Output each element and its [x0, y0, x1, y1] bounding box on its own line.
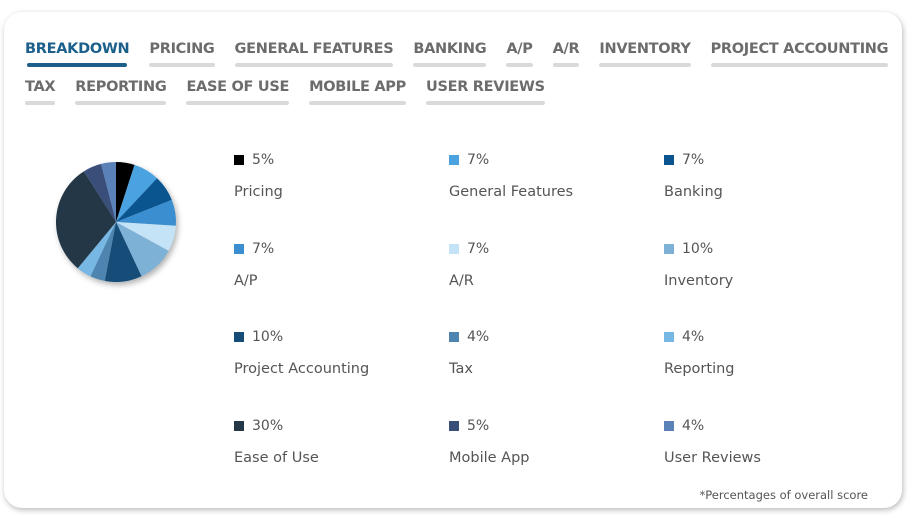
legend-value-row: 10% — [231, 327, 446, 347]
legend-percentage: 5% — [467, 417, 490, 434]
legend-percentage: 7% — [467, 152, 490, 168]
legend-percentage: 4% — [467, 329, 490, 345]
tab-banking[interactable]: BANKING — [411, 39, 488, 67]
legend-value-row: 7% — [446, 150, 661, 170]
legend-swatch — [234, 243, 244, 254]
legend-swatch — [664, 420, 674, 431]
legend-item-tax: 4% Tax — [446, 317, 661, 406]
legend-value-row: 5% — [231, 150, 446, 170]
legend-item-reporting: 4% Reporting — [661, 317, 876, 406]
tab-tax[interactable]: TAX — [23, 77, 57, 105]
legend-value-row: 7% — [661, 150, 876, 170]
tab-pricing[interactable]: PRICING — [147, 39, 216, 67]
legend-label: Pricing — [234, 184, 283, 200]
legend-value-row: 30% — [231, 416, 446, 436]
legend-label: A/P — [234, 272, 258, 289]
legend-percentage: 4% — [682, 417, 705, 434]
legend-value-row: 5% — [446, 416, 661, 436]
legend-item-a-p: 7% A/P — [231, 229, 446, 318]
legend-swatch — [234, 155, 244, 165]
tab-row-2: TAX REPORTING EASE OF USE MOBILE APP USER RE… — [23, 77, 883, 115]
legend-label: Project Accounting — [234, 361, 370, 377]
legend-swatch — [234, 332, 244, 342]
legend-percentage: 30% — [252, 417, 284, 434]
legend-swatch — [449, 420, 459, 431]
legend-swatch — [449, 243, 459, 254]
footnote: *Percentages of overall score — [699, 488, 868, 502]
legend-swatch — [449, 155, 459, 165]
pie-chart-svg — [56, 162, 176, 282]
legend-item-inventory: 10% Inventory — [661, 229, 876, 318]
tab-breakdown[interactable]: BREAKDOWN — [23, 39, 131, 67]
legend-percentage: 7% — [252, 240, 275, 257]
legend-item-mobile-app: 5% Mobile App — [446, 406, 661, 495]
legend-label: General Features — [449, 184, 574, 200]
tab-ease-of-use[interactable]: EASE OF USE — [184, 77, 291, 105]
legend-swatch — [664, 243, 674, 254]
tab-a-r[interactable]: A/R — [551, 39, 582, 67]
legend-value-row: 4% — [661, 416, 876, 436]
legend-label: Ease of Use — [234, 449, 319, 466]
legend-swatch — [664, 332, 674, 342]
legend-percentage: 7% — [682, 152, 705, 168]
tab-reporting[interactable]: REPORTING — [73, 77, 168, 105]
legend-item-banking: 7% Banking — [661, 140, 876, 229]
category-tabs: BREAKDOWN PRICING GENERAL FEATURES BANKING A… — [23, 39, 889, 115]
legend-percentage: 5% — [252, 152, 275, 168]
legend-grid: 5% Pricing 7% General Features 7% Banking 7% A/… — [231, 140, 891, 494]
legend-label: User Reviews — [664, 449, 761, 466]
legend-percentage: 10% — [682, 240, 714, 257]
legend-swatch — [234, 420, 244, 431]
legend-percentage: 4% — [682, 329, 705, 345]
legend-value-row: 7% — [231, 239, 446, 259]
tab-mobile-app[interactable]: MOBILE APP — [307, 77, 408, 105]
legend-label: A/R — [449, 272, 474, 289]
tab-a-p[interactable]: A/P — [504, 39, 534, 67]
tab-project-accounting[interactable]: PROJECT ACCOUNTING — [709, 39, 891, 67]
legend-percentage: 10% — [252, 329, 284, 345]
breakdown-card: BREAKDOWN PRICING GENERAL FEATURES BANKING A… — [4, 12, 902, 508]
legend-value-row: 10% — [661, 239, 876, 259]
legend-percentage: 7% — [467, 240, 490, 257]
tab-general-features[interactable]: GENERAL FEATURES — [233, 39, 396, 67]
legend-label: Tax — [449, 361, 473, 377]
legend-value-row: 4% — [446, 327, 661, 347]
legend-swatch — [664, 155, 674, 165]
legend-label: Reporting — [664, 361, 735, 377]
legend-item-project-accounting: 10% Project Accounting — [231, 317, 446, 406]
chart-legend: 5% Pricing 7% General Features 7% Banking 7% A/… — [231, 140, 891, 494]
legend-item-user-reviews: 4% User Reviews — [661, 406, 876, 495]
legend-item-general-features: 7% General Features — [446, 140, 661, 229]
legend-item-a-r: 7% A/R — [446, 229, 661, 318]
legend-item-pricing: 5% Pricing — [231, 140, 446, 229]
legend-value-row: 4% — [661, 327, 876, 347]
legend-label: Inventory — [664, 272, 734, 289]
pie-chart — [52, 158, 180, 286]
legend-value-row: 7% — [446, 239, 661, 259]
tab-user-reviews[interactable]: USER REVIEWS — [424, 77, 547, 105]
tab-row-1: BREAKDOWN PRICING GENERAL FEATURES BANKING A… — [23, 39, 889, 77]
legend-item-ease-of-use: 30% Ease of Use — [231, 406, 446, 495]
legend-swatch — [449, 332, 459, 342]
legend-label: Banking — [664, 184, 723, 200]
tab-inventory[interactable]: INVENTORY — [597, 39, 692, 67]
legend-label: Mobile App — [449, 449, 530, 466]
